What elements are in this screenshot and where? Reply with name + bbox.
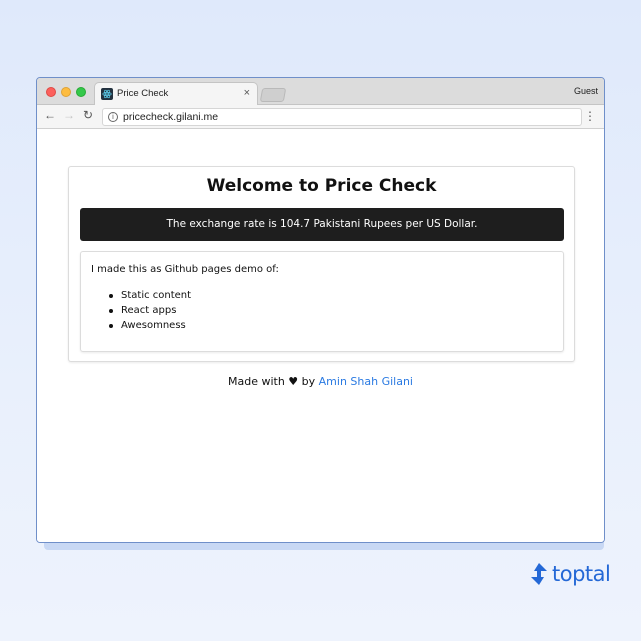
author-link[interactable]: Amin Shah Gilani — [319, 375, 413, 388]
page-content: Welcome to Price Check The exchange rate… — [37, 130, 604, 542]
tab-title: Price Check — [117, 88, 169, 99]
feature-list: Static content React apps Awesomness — [109, 288, 191, 333]
minimize-window-button[interactable] — [61, 87, 71, 97]
tab-bar: Price Check × Guest — [37, 78, 604, 106]
close-tab-icon[interactable]: × — [244, 87, 250, 99]
demo-card: I made this as Github pages demo of: Sta… — [80, 251, 564, 352]
maximize-window-button[interactable] — [76, 87, 86, 97]
exchange-rate-banner: The exchange rate is 104.7 Pakistani Rup… — [80, 208, 564, 241]
page-footer: Made with ♥ by Amin Shah Gilani — [37, 375, 604, 388]
main-panel: Welcome to Price Check The exchange rate… — [68, 166, 575, 362]
page-title: Welcome to Price Check — [206, 176, 437, 196]
brand-name: toptal — [552, 562, 611, 586]
new-tab-button[interactable] — [259, 88, 287, 102]
react-icon — [101, 88, 113, 100]
browser-toolbar: ← → ↻ i pricecheck.gilani.me ⋮ — [37, 105, 604, 129]
footer-text: Made with ♥ by — [227, 375, 316, 388]
list-item: React apps — [109, 303, 191, 318]
forward-arrow-icon[interactable]: → — [63, 108, 75, 122]
toptal-logo: toptal — [530, 560, 611, 588]
url-text[interactable]: pricecheck.gilani.me — [123, 111, 218, 123]
tab-price-check[interactable]: Price Check × — [94, 82, 258, 106]
list-item: Static content — [109, 288, 191, 303]
demo-intro: I made this as Github pages demo of: — [91, 264, 279, 275]
list-item: Awesomness — [109, 318, 191, 333]
reload-icon[interactable]: ↻ — [83, 108, 93, 122]
back-arrow-icon[interactable]: ← — [44, 108, 56, 122]
profile-label[interactable]: Guest — [574, 86, 598, 96]
toptal-mark-icon — [531, 563, 547, 585]
address-bar[interactable]: i pricecheck.gilani.me — [102, 108, 582, 126]
browser-menu-icon[interactable]: ⋮ — [584, 109, 596, 123]
close-window-button[interactable] — [46, 87, 56, 97]
browser-window: Price Check × Guest ← → ↻ i pricecheck.g… — [36, 77, 605, 543]
info-icon[interactable]: i — [108, 112, 118, 122]
